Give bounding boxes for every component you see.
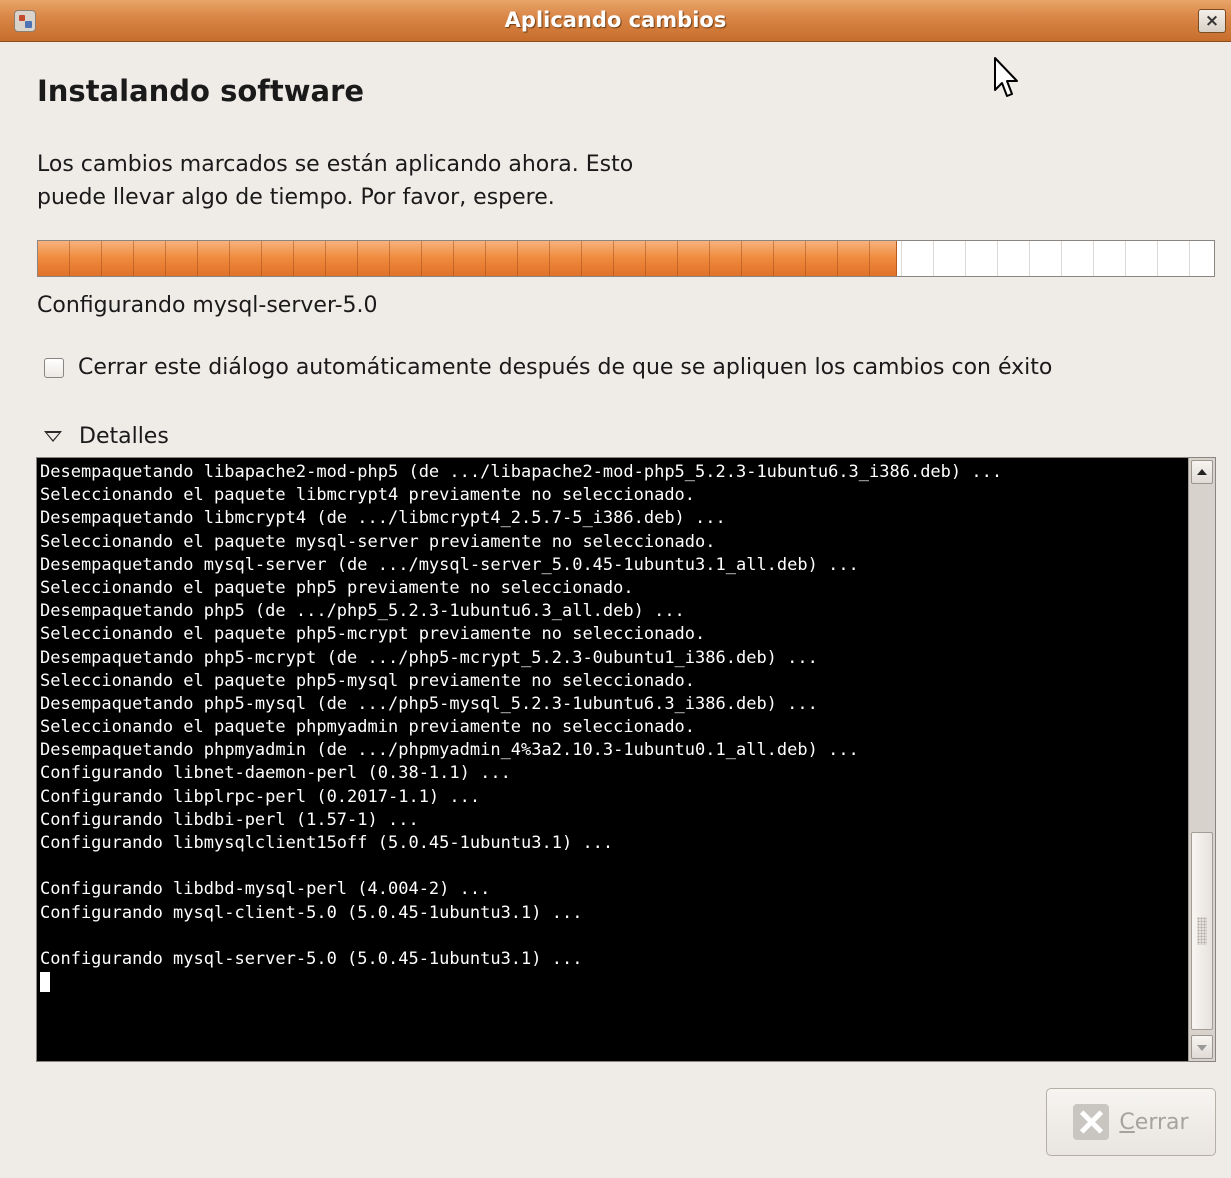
terminal-line: Configurando libnet-daemon-perl (0.38-1.… bbox=[40, 763, 511, 784]
auto-close-checkbox-label[interactable]: Cerrar este diálogo automáticamente desp… bbox=[78, 355, 1052, 380]
close-button-label-rest: errar bbox=[1134, 1109, 1189, 1135]
auto-close-option[interactable]: Cerrar este diálogo automáticamente desp… bbox=[44, 355, 1052, 380]
expander-triangle-icon[interactable] bbox=[44, 431, 62, 442]
mouse-pointer-icon bbox=[994, 57, 1018, 97]
terminal-line: Seleccionando el paquete phpmyadmin prev… bbox=[40, 717, 696, 738]
terminal-line: Desempaquetando libmcrypt4 (de .../libmc… bbox=[40, 508, 726, 529]
terminal-line: Configurando libdbd-mysql-perl (4.004-2)… bbox=[40, 879, 491, 900]
terminal-line: Desempaquetando phpmyadmin (de .../phpmy… bbox=[40, 740, 859, 761]
progress-bar bbox=[37, 240, 1215, 277]
terminal-line: Configurando libplrpc-perl (0.2017-1.1) … bbox=[40, 786, 481, 807]
scroll-up-arrow-icon[interactable] bbox=[1191, 460, 1213, 484]
description-line-2: puede llevar algo de tiempo. Por favor, … bbox=[37, 185, 555, 210]
window-titlebar[interactable]: Aplicando cambios × bbox=[0, 0, 1231, 42]
close-x-icon bbox=[1073, 1104, 1110, 1140]
terminal-line: Seleccionando el paquete php5 previament… bbox=[40, 577, 634, 598]
window-close-button[interactable]: × bbox=[1198, 9, 1226, 33]
terminal-panel: Desempaquetando libapache2-mod-php5 (de … bbox=[36, 457, 1216, 1062]
terminal-line: Seleccionando el paquete php5-mysql prev… bbox=[40, 670, 696, 691]
terminal-line: Configurando libdbi-perl (1.57-1) ... bbox=[40, 809, 419, 830]
terminal-line: Desempaquetando mysql-server (de .../mys… bbox=[40, 554, 859, 575]
description-text: Los cambios marcados se están aplicando … bbox=[37, 148, 797, 214]
terminal-line: Desempaquetando php5-mcrypt (de .../php5… bbox=[40, 647, 818, 668]
description-line-1: Los cambios marcados se están aplicando … bbox=[37, 152, 634, 177]
terminal-line: Seleccionando el paquete libmcrypt4 prev… bbox=[40, 485, 696, 506]
terminal-cursor-line bbox=[40, 971, 1188, 994]
details-expander[interactable]: Detalles bbox=[44, 424, 169, 449]
terminal-line: Configurando mysql-client-5.0 (5.0.45-1u… bbox=[40, 902, 583, 923]
scrollbar-grip-icon bbox=[1197, 917, 1207, 945]
close-button[interactable]: Cerrar bbox=[1046, 1088, 1216, 1156]
terminal-line: Desempaquetando php5 (de .../php5_5.2.3-… bbox=[40, 601, 685, 622]
terminal-line: Configurando mysql-server-5.0 (5.0.45-1u… bbox=[40, 948, 583, 969]
terminal-output[interactable]: Desempaquetando libapache2-mod-php5 (de … bbox=[37, 458, 1188, 1061]
terminal-line: Desempaquetando php5-mysql (de .../php5-… bbox=[40, 693, 818, 714]
window-title: Aplicando cambios bbox=[504, 8, 727, 32]
auto-close-checkbox[interactable] bbox=[44, 357, 64, 378]
details-expander-label[interactable]: Detalles bbox=[79, 424, 169, 449]
terminal-line: Desempaquetando libapache2-mod-php5 (de … bbox=[40, 462, 1003, 482]
status-text: Configurando mysql-server-5.0 bbox=[37, 293, 378, 318]
progress-fill bbox=[38, 241, 898, 276]
terminal-line: Seleccionando el paquete mysql-server pr… bbox=[40, 531, 716, 552]
close-button-mnemonic: C bbox=[1119, 1109, 1135, 1135]
terminal-line: Configurando libmysqlclient15off (5.0.45… bbox=[40, 833, 614, 853]
terminal-line: Seleccionando el paquete php5-mcrypt pre… bbox=[40, 624, 706, 645]
page-heading: Instalando software bbox=[37, 74, 365, 108]
close-button-label: Cerrar bbox=[1119, 1110, 1188, 1135]
scroll-down-arrow-icon[interactable] bbox=[1191, 1035, 1213, 1059]
scrollbar-thumb[interactable] bbox=[1191, 832, 1213, 1030]
terminal-scrollbar[interactable] bbox=[1188, 458, 1215, 1061]
terminal-cursor bbox=[40, 972, 50, 993]
